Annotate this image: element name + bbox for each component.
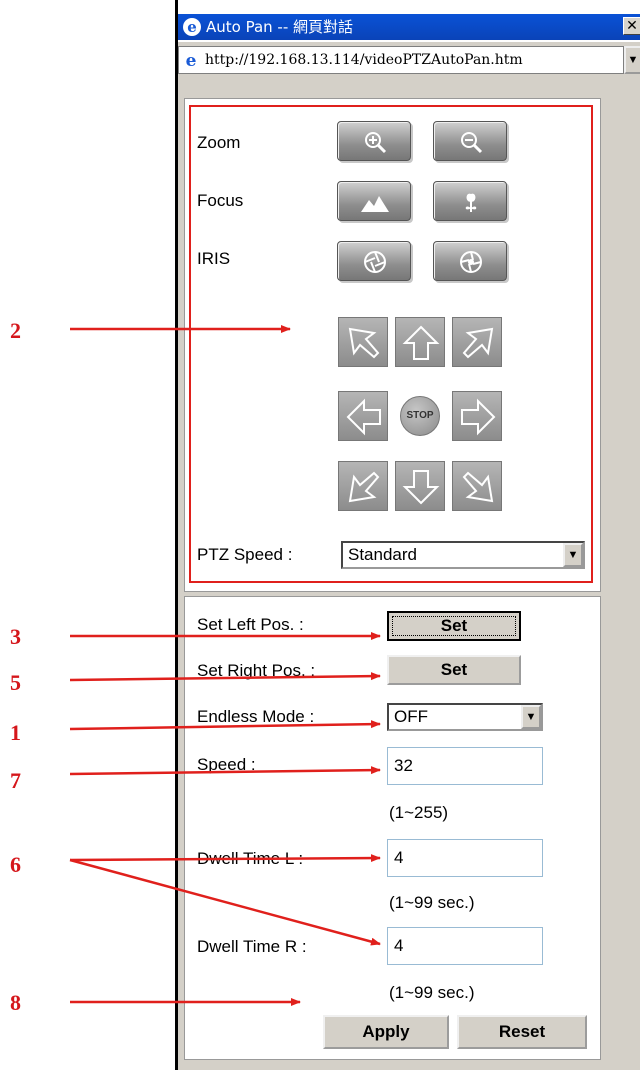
arrow-6b <box>69 858 381 946</box>
arrow-5 <box>69 672 381 682</box>
arrow-7 <box>69 766 381 776</box>
arrow-1 <box>69 720 381 731</box>
arrow-6a <box>69 854 381 863</box>
annotation-arrows <box>69 325 381 1006</box>
